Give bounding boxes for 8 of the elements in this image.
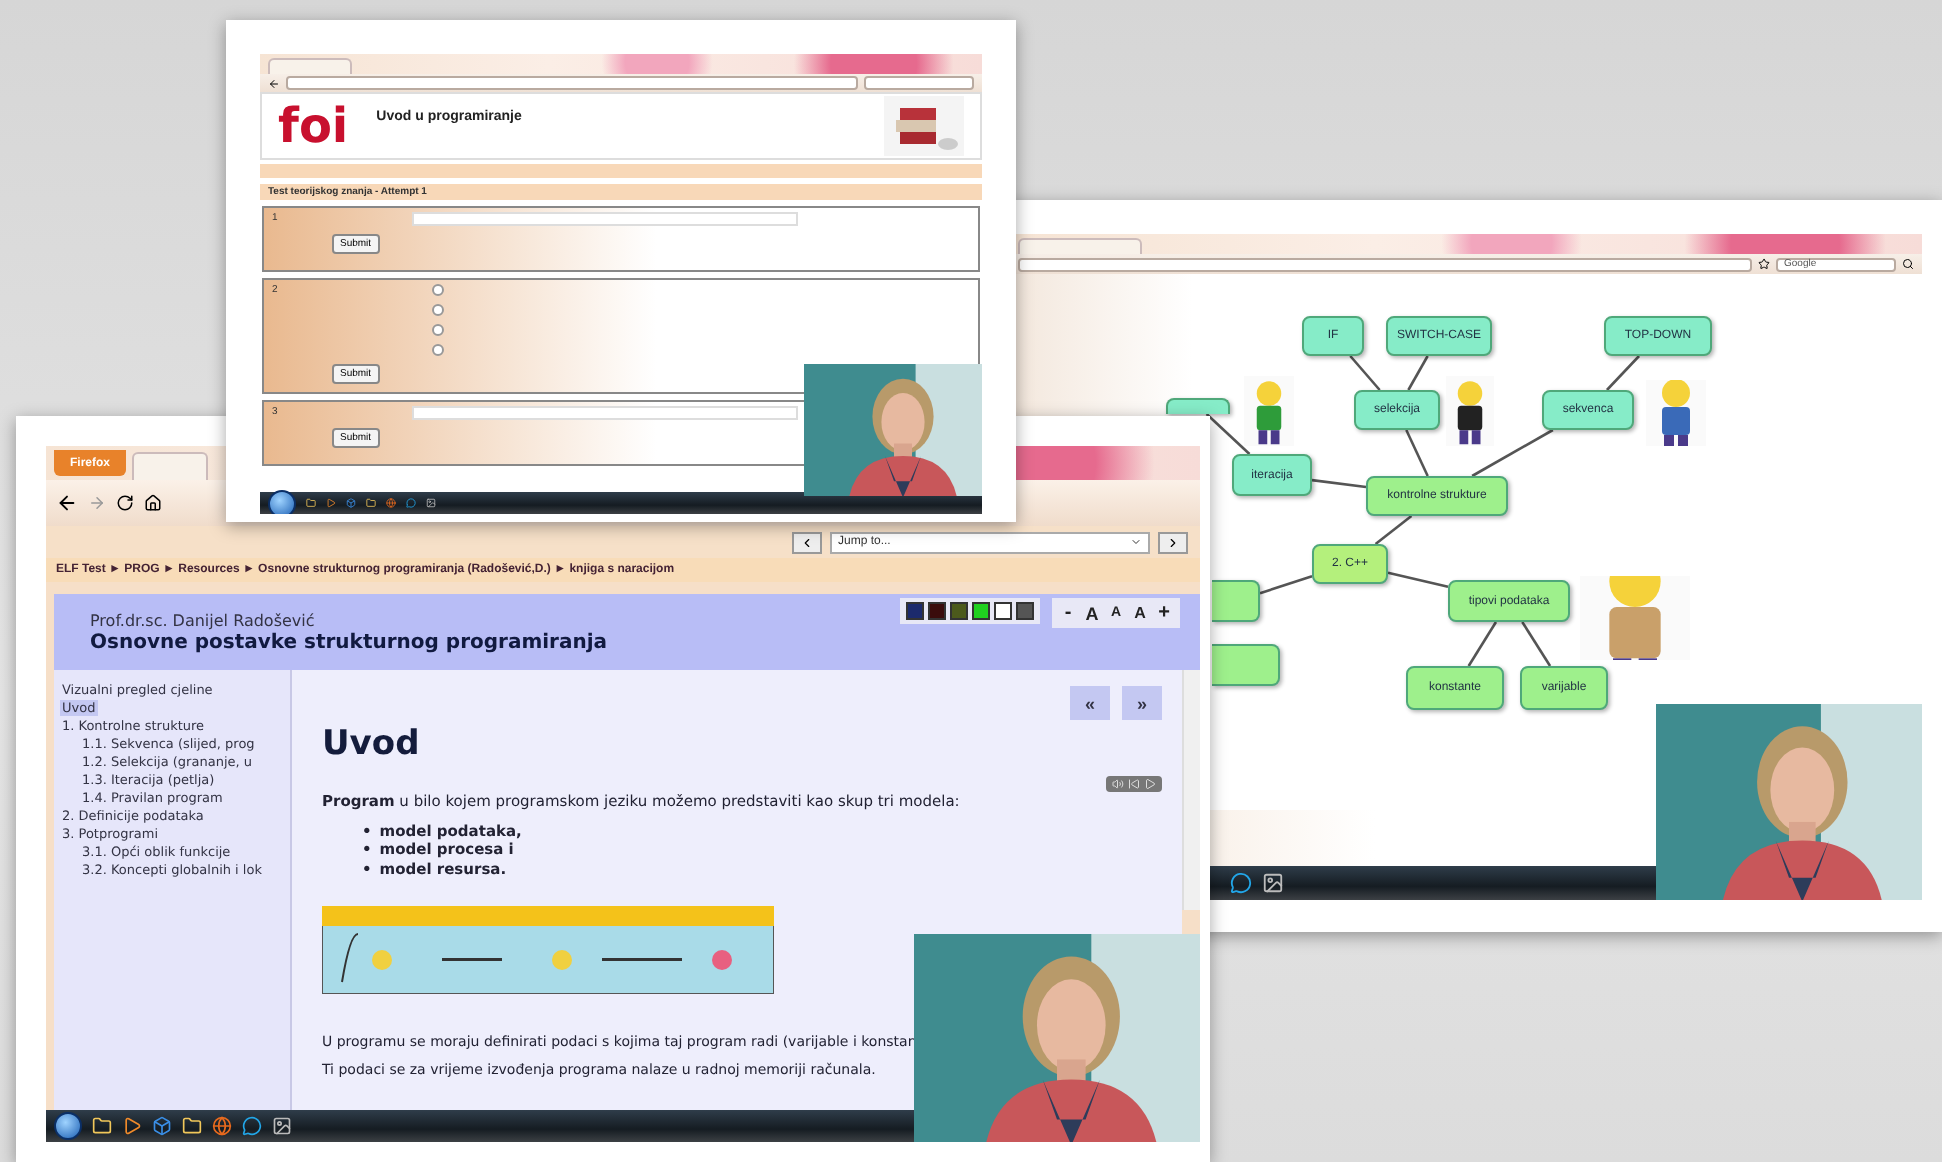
author-name: Prof.dr.sc. Danijel Radošević [90,612,317,630]
page-nav-button[interactable]: » [1122,686,1162,720]
lesson-title: Osnovne postavke strukturnog programiranja [90,632,608,654]
font-size-button[interactable]: A [1130,602,1150,624]
font-size-button[interactable]: A [1082,602,1102,624]
page-nav-button[interactable]: « [1070,686,1110,720]
logo: foi [278,98,349,154]
section-heading: Uvod [322,724,422,764]
